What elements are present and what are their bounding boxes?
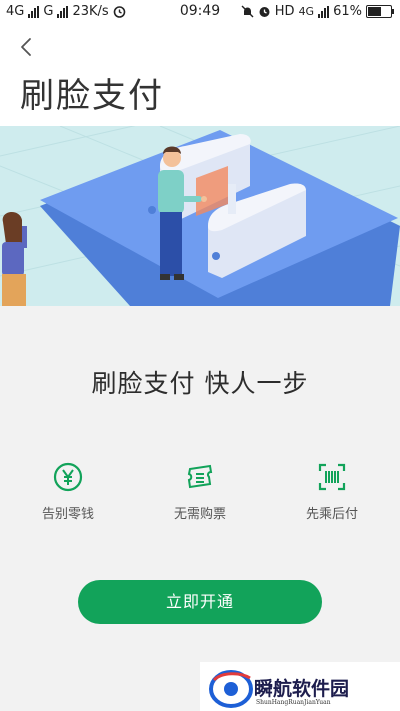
alarm-icon-2 (259, 7, 270, 17)
yen-coin-icon (53, 462, 83, 492)
feature-label: 无需购票 (173, 507, 226, 522)
status-right: HD 4G 61% (241, 4, 394, 19)
battery-icon (366, 5, 394, 18)
activate-button[interactable]: 立即开通 (78, 580, 322, 624)
signal-icon-3 (318, 5, 330, 18)
battery-fill (368, 7, 382, 16)
status-bar: 4G G 23K/s 09:49 HD 4G 61% (0, 0, 400, 24)
feature-label: 先乘后付 (305, 507, 358, 522)
feature-ride-first: 先乘后付 (282, 462, 382, 522)
ticket-icon (187, 464, 213, 489)
hd-label: HD (274, 4, 295, 19)
battery-percent: 61% (333, 4, 362, 19)
network-label-3: 4G (298, 5, 315, 18)
header: 刷脸支付 (0, 24, 400, 126)
mute-bell-icon (241, 5, 254, 18)
hero-illustration (0, 126, 400, 306)
feature-no-change: 告别零钱 (18, 462, 118, 522)
watermark-pinyin: ShunHangRuanJianYuan (256, 699, 331, 706)
back-arrow-icon[interactable] (18, 36, 36, 58)
watermark-logo: 瞬航软件园 ShunHangRuanJianYuan (200, 662, 400, 711)
watermark-name: 瞬航软件园 (254, 678, 350, 700)
slogan: 刷脸支付 快人一步 (91, 369, 309, 398)
feature-label: 告别零钱 (41, 507, 94, 522)
watermark-emblem-icon (209, 670, 253, 708)
page-title: 刷脸支付 (20, 76, 164, 116)
face-pay-gate-illustration (0, 126, 400, 306)
feature-no-ticket: 无需购票 (150, 462, 250, 522)
barcode-scan-icon (318, 463, 346, 491)
